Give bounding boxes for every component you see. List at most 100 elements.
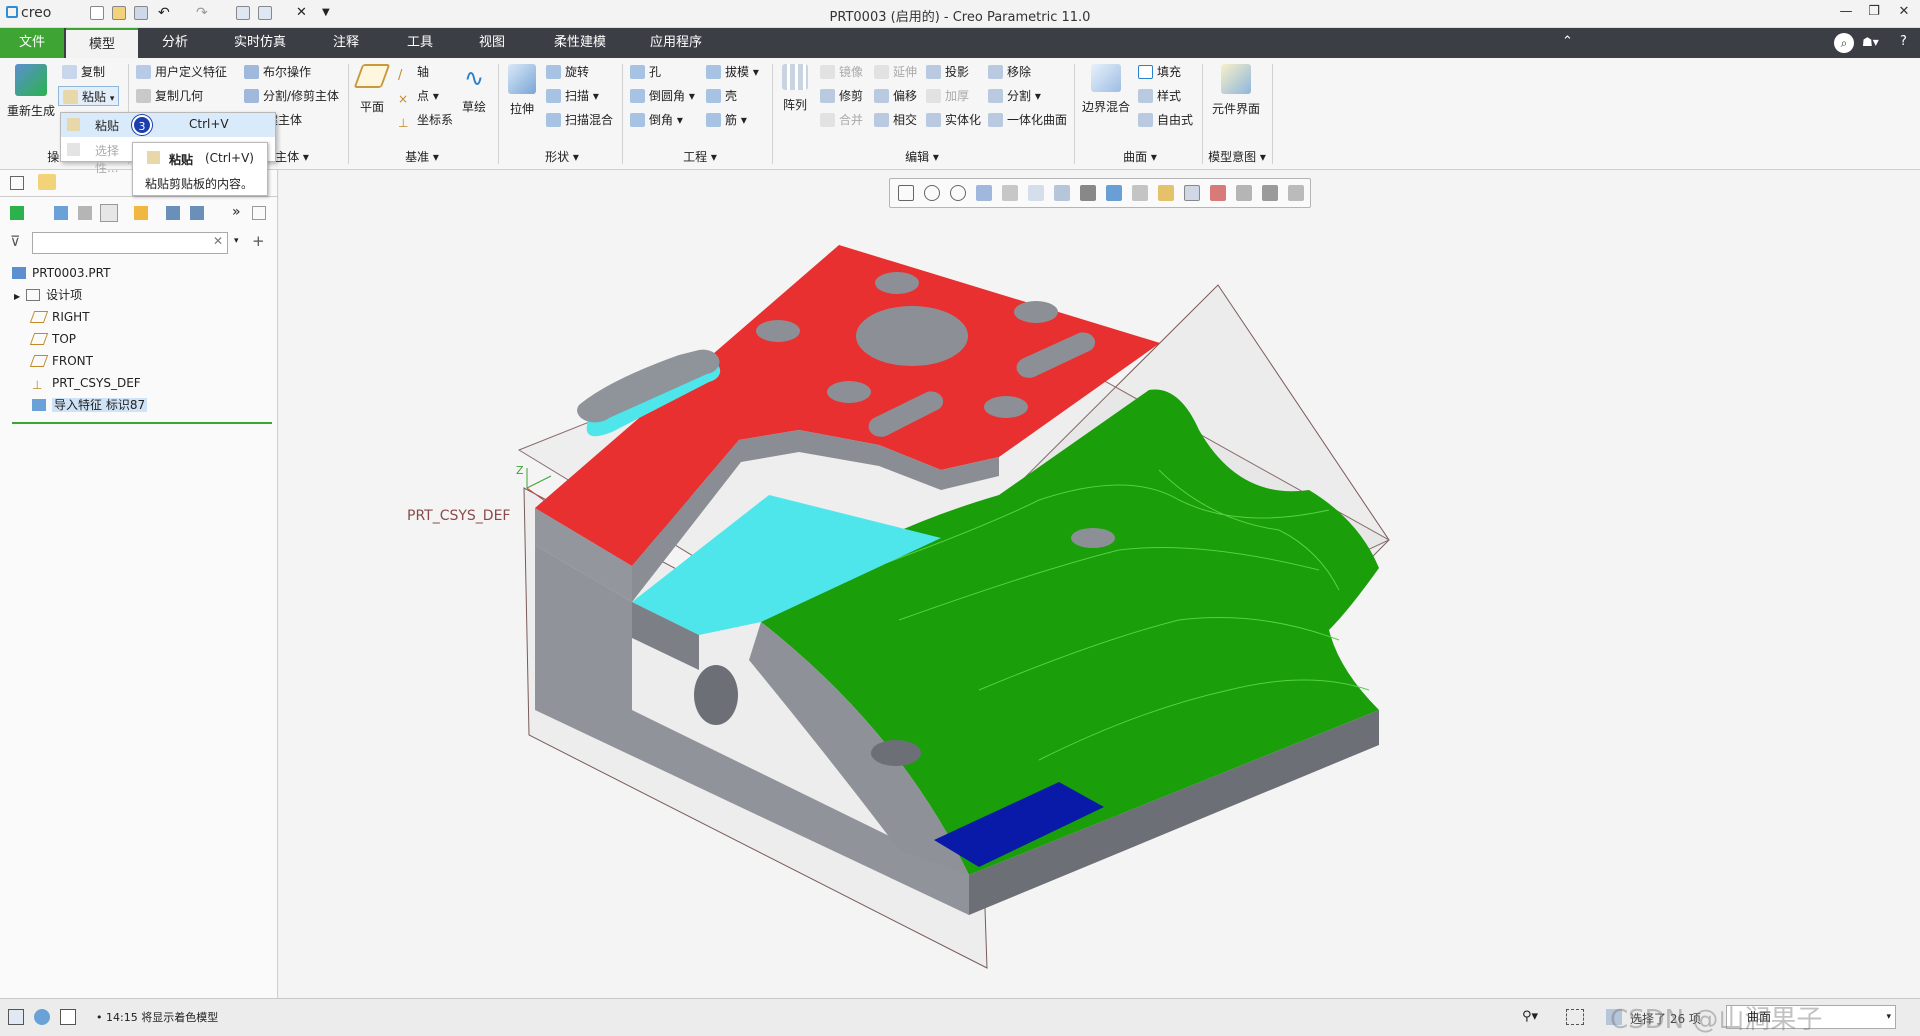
tree-settings-icon[interactable]	[54, 206, 68, 220]
minimize-button[interactable]: —	[1836, 4, 1856, 22]
display-style-icon[interactable]	[1002, 185, 1018, 201]
remove-button[interactable]: 移除	[988, 62, 1031, 82]
csys-display-icon[interactable]	[1210, 185, 1226, 201]
intersect-button[interactable]: 相交	[874, 110, 917, 130]
copy-button[interactable]: 复制	[62, 62, 105, 82]
group-datum[interactable]: 基准 ▾	[400, 148, 444, 165]
sweep-button[interactable]: 扫描 ▾	[546, 86, 599, 106]
perspective-icon[interactable]	[1080, 185, 1096, 201]
repaint-view-icon[interactable]	[1288, 185, 1304, 201]
group-surfaces[interactable]: 曲面 ▾	[1118, 148, 1162, 165]
tree-root[interactable]: PRT0003.PRT	[12, 264, 110, 282]
paste-menu-item[interactable]: 粘贴 3 Ctrl+V	[61, 113, 275, 137]
spin-center-icon[interactable]	[1184, 185, 1200, 201]
folder-browser-tab-icon[interactable]	[38, 174, 56, 190]
add-filter-icon[interactable]: +	[252, 232, 265, 250]
more-icon[interactable]: »	[232, 204, 241, 220]
zoom-in-icon[interactable]	[924, 185, 940, 201]
tab-live-simulation[interactable]: 实时仿真	[220, 28, 300, 58]
small-hole[interactable]	[756, 320, 800, 342]
restore-button[interactable]: ❐	[1864, 4, 1884, 22]
tree-columns-icon[interactable]	[78, 206, 92, 220]
clear-search-icon[interactable]: ✕	[213, 234, 223, 248]
project-button[interactable]: 投影	[926, 62, 969, 82]
graphics-window[interactable]: Z PRT_CSYS_DEF	[279, 170, 1920, 998]
notes-icon[interactable]	[252, 206, 266, 220]
model-tree-tab-icon[interactable]	[10, 176, 24, 190]
group-engineering[interactable]: 工程 ▾	[678, 148, 722, 165]
expand-icon[interactable]: ▶	[14, 292, 20, 301]
tree-item-csys[interactable]: ⊥ PRT_CSYS_DEF	[32, 374, 141, 392]
toggle-navigator-icon[interactable]	[8, 1009, 24, 1025]
shell-button[interactable]: 壳	[706, 86, 737, 106]
tab-tools[interactable]: 工具	[390, 28, 450, 58]
help-icon[interactable]: ?	[1900, 34, 1907, 49]
tree-item-right[interactable]: RIGHT	[29, 308, 90, 326]
tree-search-input[interactable]	[32, 232, 228, 254]
tab-view[interactable]: 视图	[462, 28, 522, 58]
pattern-button[interactable]: 阵列	[778, 64, 812, 113]
rib-button[interactable]: 筋 ▾	[706, 110, 747, 130]
front-face-hole[interactable]	[871, 740, 921, 766]
tab-model[interactable]: 模型	[66, 28, 138, 58]
tab-file[interactable]: 文件	[0, 28, 64, 58]
selection-box-icon[interactable]	[1566, 1009, 1584, 1025]
refit-icon[interactable]	[898, 185, 914, 201]
csys-button[interactable]: ⊥ 坐标系	[398, 110, 453, 130]
draft-button[interactable]: 拔模 ▾	[706, 62, 759, 82]
csys-label[interactable]: PRT_CSYS_DEF	[407, 508, 510, 524]
paste-dropdown-icon[interactable]: ▾	[110, 94, 115, 104]
layer-tree-icon[interactable]	[190, 206, 204, 220]
search-icon[interactable]: ⌕	[1834, 33, 1854, 53]
chamfer-button[interactable]: 倒角 ▾	[630, 110, 683, 130]
group-editing[interactable]: 编辑 ▾	[900, 148, 944, 165]
revolve-button[interactable]: 旋转	[546, 62, 589, 82]
model-tree-icon[interactable]	[10, 206, 24, 220]
round-button[interactable]: 倒圆角 ▾	[630, 86, 695, 106]
filter-icon[interactable]: ⊽	[10, 234, 20, 250]
boundary-blend-button[interactable]: 边界混合	[1080, 64, 1132, 115]
point-button[interactable]: × 点 ▾	[398, 86, 439, 106]
small-hole[interactable]	[875, 272, 919, 294]
extrude-button[interactable]: 拉伸	[504, 64, 540, 117]
simulation-display-icon[interactable]	[1236, 185, 1252, 201]
udf-button[interactable]: 用户定义特征	[136, 62, 227, 82]
hole-button[interactable]: 孔	[630, 62, 661, 82]
group-model-intent[interactable]: 模型意图 ▾	[1202, 148, 1272, 165]
regenerate-button[interactable]: 重新生成	[4, 64, 58, 119]
component-interface-button[interactable]: 元件界面	[1208, 64, 1264, 117]
copy-geometry-button[interactable]: 复制几何	[136, 86, 203, 106]
tab-applications[interactable]: 应用程序	[636, 28, 716, 58]
sketch-button[interactable]: ∿ 草绘	[456, 64, 492, 115]
group-body[interactable]: 主体 ▾	[270, 148, 314, 165]
tree-item-design-items[interactable]: ▶ 设计项	[14, 286, 82, 304]
model-viewport[interactable]: Z PRT_CSYS_DEF	[279, 170, 1920, 998]
unified-surface-button[interactable]: 一体化曲面	[988, 110, 1067, 130]
find-icon[interactable]: ⚲▾	[1522, 1009, 1540, 1025]
swept-blend-button[interactable]: 扫描混合	[546, 110, 613, 130]
zoom-out-icon[interactable]	[950, 185, 966, 201]
split-trim-body-button[interactable]: 分割/修剪主体	[244, 86, 339, 106]
fill-button[interactable]: 填充	[1138, 62, 1181, 82]
datum-display-icon[interactable]	[1158, 185, 1174, 201]
small-hole[interactable]	[1014, 301, 1058, 323]
tree-item-front[interactable]: FRONT	[29, 352, 93, 370]
tab-annotate[interactable]: 注释	[316, 28, 376, 58]
insert-here-line[interactable]	[12, 422, 272, 424]
group-shapes[interactable]: 形状 ▾	[540, 148, 584, 165]
tree-item-import-feature[interactable]: 导入特征 标识87	[32, 396, 148, 414]
close-button[interactable]: ✕	[1894, 4, 1914, 22]
tree-filter-icon[interactable]	[134, 206, 148, 220]
plane-button[interactable]: 平面	[352, 64, 392, 115]
split-button[interactable]: 分割 ▾	[988, 86, 1041, 106]
annotation-display-icon[interactable]	[1132, 185, 1148, 201]
trim-button[interactable]: 修剪	[820, 86, 863, 106]
boolean-button[interactable]: 布尔操作	[244, 62, 311, 82]
learning-connector-icon[interactable]: ☗▾	[1862, 35, 1879, 49]
small-hole[interactable]	[827, 381, 871, 403]
freestyle-button[interactable]: 自由式	[1138, 110, 1193, 130]
section-icon[interactable]	[1106, 185, 1122, 201]
tab-analysis[interactable]: 分析	[145, 28, 205, 58]
collapse-ribbon-icon[interactable]: ⌃	[1562, 34, 1573, 49]
paste-special-menu-item[interactable]: 选择性...	[61, 138, 121, 175]
